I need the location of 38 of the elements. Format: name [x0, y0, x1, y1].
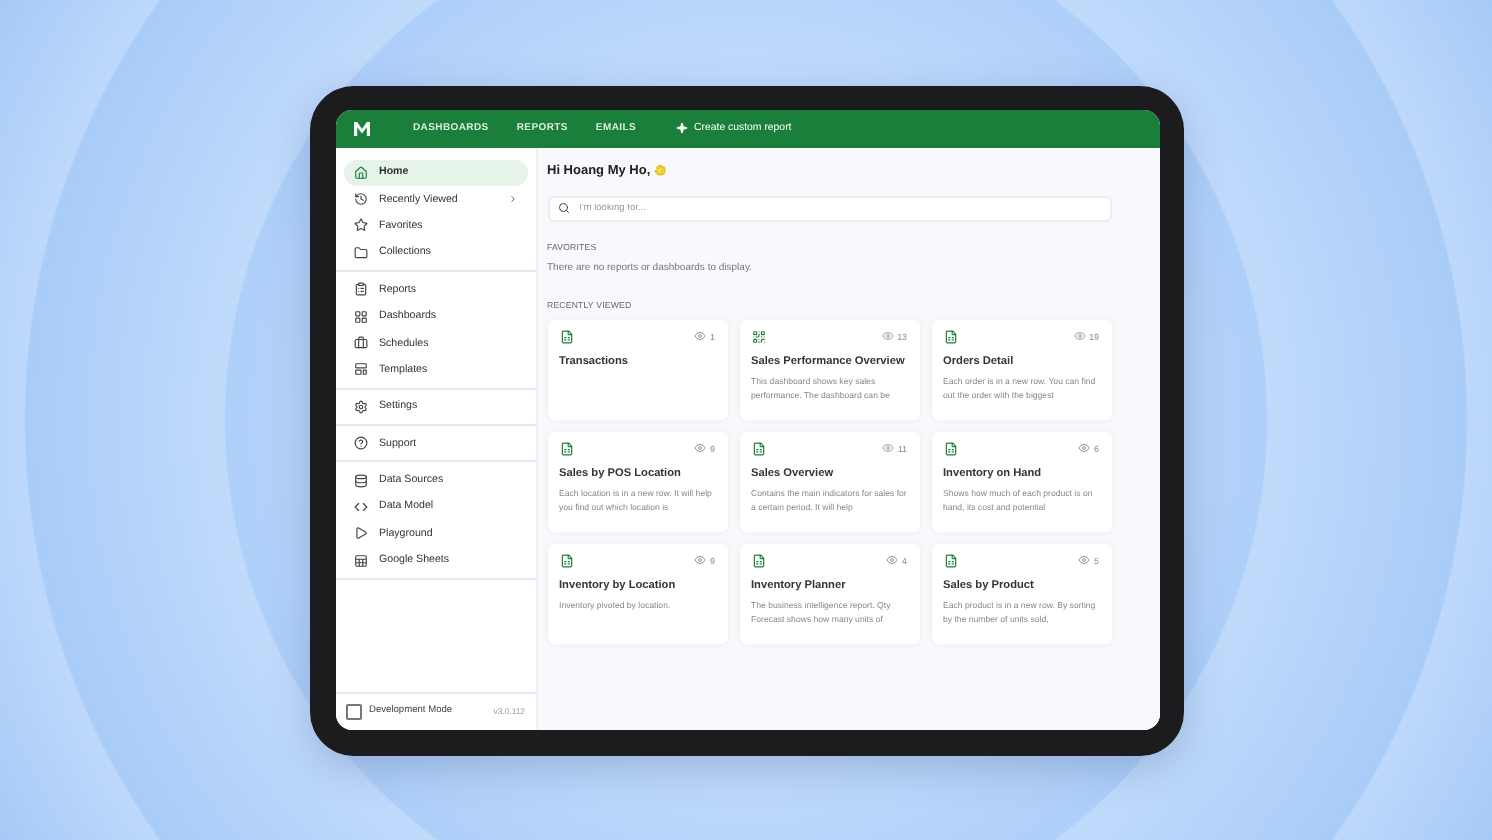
- home-icon: [353, 165, 367, 180]
- waving-hand-icon: [654, 164, 667, 176]
- database-icon: [353, 473, 367, 488]
- spreadsheet-file-icon: [559, 329, 573, 343]
- eye-icon: [1078, 554, 1091, 566]
- template-icon: [353, 362, 367, 377]
- checkbox[interactable]: [345, 703, 361, 719]
- eye-icon: [694, 442, 707, 454]
- eye-icon: [1073, 330, 1086, 342]
- star-icon: [353, 218, 367, 233]
- grid-icon: [353, 309, 367, 324]
- eye-icon: [694, 330, 707, 342]
- eye-icon: [886, 554, 899, 566]
- spreadsheet-file-icon: [943, 329, 957, 343]
- folder-icon: [353, 245, 367, 260]
- logo-icon: [351, 117, 373, 139]
- briefcase-icon: [353, 336, 367, 351]
- eye-icon: [694, 554, 707, 566]
- eye-icon: [881, 442, 894, 454]
- eye-icon: [881, 330, 894, 342]
- chevron-icon: [507, 194, 517, 205]
- spreadsheet-file-icon: [751, 553, 765, 567]
- spreadsheet-file-icon: [559, 441, 573, 455]
- spreadsheet-file-icon: [559, 553, 573, 567]
- play-icon: [353, 526, 367, 541]
- sheet-icon: [353, 553, 367, 568]
- grid-icon: [751, 329, 765, 343]
- spreadsheet-file-icon: [751, 441, 765, 455]
- settings-icon: [353, 399, 367, 414]
- search-icon: [557, 202, 569, 214]
- spreadsheet-file-icon: [943, 553, 957, 567]
- clipboard-icon: [353, 282, 367, 297]
- code-icon: [353, 499, 367, 514]
- history-icon: [353, 192, 367, 207]
- sparkle-icon: [676, 122, 689, 134]
- eye-icon: [1078, 442, 1091, 454]
- help-icon: [353, 436, 367, 451]
- spreadsheet-file-icon: [943, 441, 957, 455]
